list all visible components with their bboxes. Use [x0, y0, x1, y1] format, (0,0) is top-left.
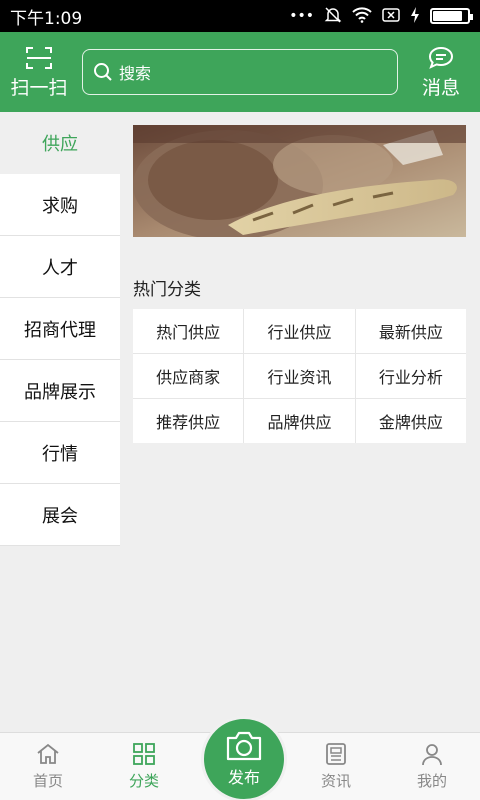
sidebar-item-talent[interactable]: 人才	[0, 236, 120, 298]
search-icon	[94, 63, 112, 81]
main-content: 热门分类 热门供应 行业供应 最新供应 供应商家 行业资讯 行业分析 推荐供应 …	[133, 125, 466, 443]
home-icon	[37, 743, 59, 764]
category-cell[interactable]: 金牌供应	[355, 399, 466, 443]
status-time: 下午1:09	[10, 8, 83, 29]
category-cell[interactable]: 品牌供应	[244, 399, 355, 443]
message-button[interactable]: 消息	[402, 32, 480, 112]
message-label: 消息	[421, 76, 460, 99]
tab-category[interactable]: 分类	[96, 733, 192, 800]
category-sidebar: 供应 求购 人才 招商代理 品牌展示 行情 展会	[0, 112, 120, 546]
tab-home[interactable]: 首页	[0, 733, 96, 800]
category-cell[interactable]: 行业供应	[244, 309, 355, 353]
wifi-icon	[352, 6, 372, 26]
category-cell[interactable]: 行业资讯	[244, 354, 355, 398]
tab-home-label: 首页	[32, 772, 63, 790]
message-icon	[428, 46, 454, 69]
sidebar-item-exhibition[interactable]: 展会	[0, 484, 120, 546]
search-placeholder: 搜索	[119, 64, 152, 83]
tab-mine-label: 我的	[416, 772, 447, 790]
sidebar-item-supply[interactable]: 供应	[0, 112, 120, 174]
category-cell[interactable]: 推荐供应	[133, 399, 244, 443]
publish-label: 发布	[227, 768, 260, 787]
publish-button[interactable]: 发布	[201, 716, 287, 800]
more-dots-icon: •••	[289, 8, 314, 24]
sidebar-item-agency[interactable]: 招商代理	[0, 298, 120, 360]
tab-mine[interactable]: 我的	[384, 733, 480, 800]
mute-bell-icon	[324, 6, 342, 27]
no-sim-icon	[382, 7, 400, 25]
category-cell[interactable]: 最新供应	[355, 309, 466, 353]
charging-icon	[410, 6, 420, 26]
hot-category-grid: 热门供应 行业供应 最新供应 供应商家 行业资讯 行业分析 推荐供应 品牌供应 …	[133, 309, 466, 443]
status-bar: 下午1:09 •••	[0, 0, 480, 32]
camera-icon	[226, 731, 262, 761]
sidebar-item-purchase[interactable]: 求购	[0, 174, 120, 236]
category-cell[interactable]: 行业分析	[355, 354, 466, 398]
section-title: 热门分类	[133, 280, 201, 300]
banner-image[interactable]	[133, 125, 466, 237]
tab-category-label: 分类	[128, 772, 159, 790]
battery-icon	[430, 8, 473, 24]
sidebar-item-brand[interactable]: 品牌展示	[0, 360, 120, 422]
scan-label: 扫一扫	[10, 76, 68, 99]
status-icons: •••	[289, 6, 473, 27]
scan-button[interactable]: 扫一扫	[0, 32, 78, 112]
search-input[interactable]: 搜索	[82, 49, 398, 95]
grid-icon	[133, 743, 155, 765]
newspaper-icon	[326, 743, 346, 765]
tab-news-label: 资讯	[320, 772, 351, 790]
user-icon	[422, 744, 442, 766]
category-cell[interactable]: 供应商家	[133, 354, 244, 398]
sidebar-item-market[interactable]: 行情	[0, 422, 120, 484]
scan-icon	[26, 46, 52, 69]
top-header: 扫一扫 搜索 消息	[0, 32, 480, 112]
tab-news[interactable]: 资讯	[288, 733, 384, 800]
category-cell[interactable]: 热门供应	[133, 309, 244, 353]
